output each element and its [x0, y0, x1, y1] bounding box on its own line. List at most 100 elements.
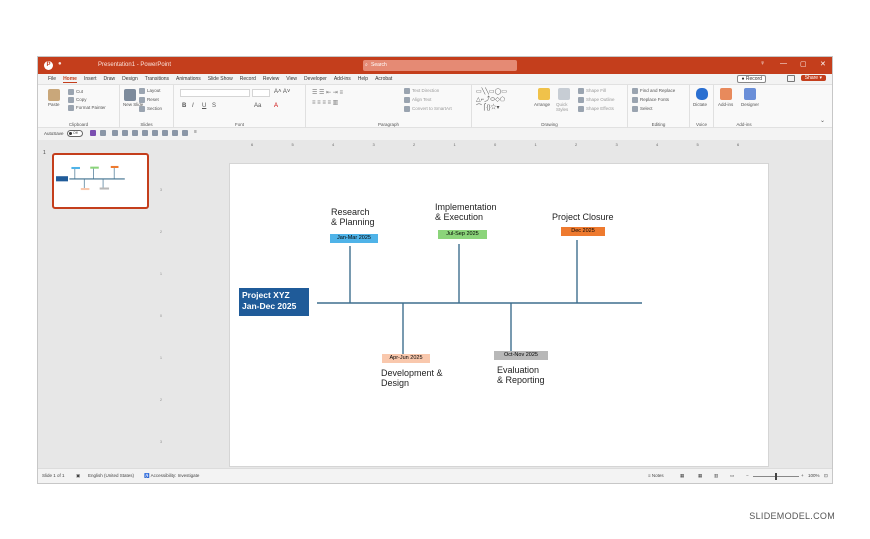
tab-developer[interactable]: Developer: [304, 76, 327, 83]
spellcheck-icon[interactable]: ▣: [76, 473, 80, 479]
language-status[interactable]: English (United States): [88, 473, 134, 478]
font-label: Font: [234, 122, 244, 127]
record-button[interactable]: ● Record: [737, 75, 766, 83]
fit-slide-icon[interactable]: ⊡: [824, 473, 828, 479]
tab-draw[interactable]: Draw: [103, 76, 115, 83]
bullets-icon[interactable]: ☰ ☰ ⇤ ⇥ ≡: [312, 89, 343, 96]
new-slide-icon[interactable]: [124, 89, 136, 101]
tab-slide-show[interactable]: Slide Show: [208, 76, 233, 83]
customize-qat-icon[interactable]: ≡: [194, 129, 200, 135]
tab-insert[interactable]: Insert: [84, 76, 97, 83]
brush-icon: [68, 105, 74, 111]
tab-animations[interactable]: Animations: [176, 76, 201, 83]
zoom-out-icon[interactable]: −: [746, 473, 749, 478]
tab-home[interactable]: Home: [63, 76, 77, 83]
reading-view-icon[interactable]: ▥: [714, 473, 718, 479]
bold-button[interactable]: B: [182, 103, 186, 109]
comment-icon[interactable]: [787, 75, 795, 82]
tab-transitions[interactable]: Transitions: [145, 76, 169, 83]
zoom-level[interactable]: 100%: [808, 473, 820, 478]
minimize-button[interactable]: —: [780, 60, 787, 67]
change-case-icon[interactable]: Aa: [254, 103, 261, 109]
present-icon[interactable]: [172, 130, 178, 136]
format-painter-button[interactable]: Format Painter: [68, 105, 106, 111]
align-text-button[interactable]: Align Text: [404, 97, 431, 103]
normal-view-icon[interactable]: ▦: [680, 473, 684, 479]
shape-fill-button[interactable]: Shape Fill: [578, 88, 606, 94]
designer-button[interactable]: Designer: [741, 102, 759, 107]
new-icon[interactable]: [132, 130, 138, 136]
microphone-icon[interactable]: [696, 88, 708, 100]
italic-button[interactable]: I: [192, 103, 194, 109]
addins-button[interactable]: Add-ins: [718, 102, 733, 107]
voice-label: Voice: [695, 122, 707, 127]
convert-smartart-button[interactable]: Convert to SmartArt: [404, 106, 452, 112]
autosave-toggle[interactable]: Off: [67, 130, 83, 137]
powerpoint-logo-icon: P: [44, 61, 53, 70]
search-box[interactable]: ⌕ Search: [363, 60, 517, 71]
shape-effects-button[interactable]: Shape Effects: [578, 106, 614, 112]
project-main-box[interactable]: Project XYZ Jan-Dec 2025: [239, 288, 309, 316]
maximize-button[interactable]: ▢: [800, 60, 807, 68]
underline-button[interactable]: U: [202, 103, 206, 109]
tab-view[interactable]: View: [286, 76, 297, 83]
accessibility-status[interactable]: ♿ Accessibility: Investigate: [144, 473, 199, 479]
layout-button[interactable]: Layout: [139, 88, 161, 94]
dictate-button[interactable]: Dictate: [693, 102, 707, 107]
arrange-button[interactable]: Arrange: [534, 102, 550, 107]
select-button[interactable]: Select: [632, 106, 653, 112]
tab-record[interactable]: Record: [240, 76, 256, 83]
close-button[interactable]: ✕: [820, 60, 826, 68]
tab-help[interactable]: Help: [358, 76, 368, 83]
quick-styles-button[interactable]: Quick Styles: [556, 102, 574, 112]
share-button[interactable]: Share ▾: [800, 75, 826, 81]
save-icon[interactable]: [90, 130, 96, 136]
open-icon[interactable]: [122, 130, 128, 136]
designer-icon[interactable]: [744, 88, 756, 100]
slideshow-view-icon[interactable]: ▭: [730, 473, 734, 479]
quick-styles-icon[interactable]: [558, 88, 570, 100]
font-size-dropdown[interactable]: [252, 89, 270, 97]
increase-font-icon[interactable]: A˄ A˅: [274, 89, 290, 95]
find-replace-button[interactable]: Find and Replace: [632, 88, 675, 94]
font-color-icon[interactable]: A: [274, 103, 278, 109]
autosave-indicator-icon[interactable]: ●: [58, 61, 62, 67]
paste-button[interactable]: Paste: [48, 102, 60, 107]
slide-thumbnail[interactable]: [52, 153, 149, 209]
section-button[interactable]: Section: [139, 106, 162, 112]
strikethrough-button[interactable]: S: [212, 103, 216, 109]
tab-file[interactable]: File: [48, 76, 56, 83]
align-icons[interactable]: ≡ ≡ ≡ ≡ ▥: [312, 99, 338, 106]
notes-button[interactable]: ≡ Notes: [648, 473, 664, 478]
tab-acrobat[interactable]: Acrobat: [375, 76, 392, 83]
arrange-icon[interactable]: [538, 88, 550, 100]
text-direction-button[interactable]: Text Direction: [404, 88, 439, 94]
font-family-dropdown[interactable]: [180, 89, 250, 97]
copy-button[interactable]: Copy: [68, 97, 87, 103]
slideshow-icon[interactable]: [162, 130, 168, 136]
reset-button[interactable]: Reset: [139, 97, 159, 103]
slide-canvas[interactable]: Project XYZ Jan-Dec 2025 Research & Plan…: [229, 163, 769, 467]
print-preview-icon[interactable]: [142, 130, 148, 136]
tab-add-ins[interactable]: Add-ins: [334, 76, 351, 83]
layout-icon-qat[interactable]: [182, 130, 188, 136]
tab-review[interactable]: Review: [263, 76, 279, 83]
lightbulb-icon[interactable]: ♀: [760, 60, 765, 67]
drawing-group: ▭╲╲▭◯▭ △⌐⤴⬭◇⬠ ⌒⎧{}☆▾ Arrange Quick Styles …: [472, 85, 628, 129]
paste-icon[interactable]: [48, 89, 60, 101]
replace-fonts-button[interactable]: Replace Fonts: [632, 97, 669, 103]
timeline-lines: [317, 240, 642, 354]
zoom-in-icon[interactable]: +: [801, 473, 804, 478]
collapse-ribbon-icon[interactable]: ⌄: [820, 117, 825, 124]
shape-outline-button[interactable]: Shape Outline: [578, 97, 615, 103]
tab-design[interactable]: Design: [122, 76, 138, 83]
undo-icon[interactable]: [100, 130, 106, 136]
shapes-gallery[interactable]: ▭╲╲▭◯▭ △⌐⤴⬭◇⬠ ⌒⎧{}☆▾: [476, 88, 507, 112]
slide-sorter-icon[interactable]: ▦: [698, 473, 702, 479]
print-icon[interactable]: [152, 130, 158, 136]
addins-icon[interactable]: [720, 88, 732, 100]
redo-icon[interactable]: [112, 130, 118, 136]
ruler-h-tick: 4: [332, 142, 335, 147]
cut-button[interactable]: Cut: [68, 89, 83, 95]
zoom-slider-thumb[interactable]: [775, 473, 777, 480]
